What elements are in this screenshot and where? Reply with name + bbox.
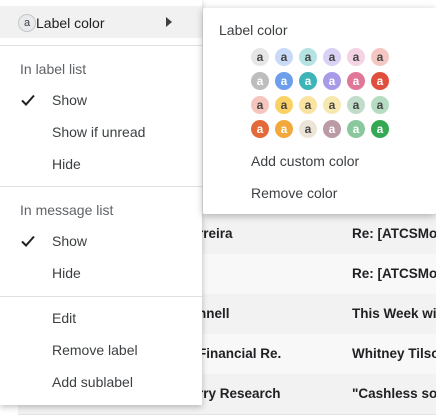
color-swatch[interactable]: a: [371, 72, 389, 90]
menu-item-remove-label[interactable]: Remove label: [0, 334, 202, 366]
menu-item-add-sublabel[interactable]: Add sublabel: [0, 366, 202, 398]
menu-item-label: Remove label: [52, 342, 138, 358]
section-heading-label-list: In label list: [20, 61, 87, 77]
mail-sender: nnell: [198, 306, 230, 321]
menu-item-label: Hide: [52, 156, 81, 172]
color-swatch[interactable]: a: [347, 72, 365, 90]
color-swatch[interactable]: a: [251, 72, 269, 90]
mail-sender: rreira: [198, 226, 233, 241]
color-swatch[interactable]: a: [371, 120, 389, 138]
color-swatch[interactable]: a: [323, 48, 341, 66]
menu-item-label-color[interactable]: a Label color: [0, 6, 202, 38]
label-color-preview-icon: a: [18, 14, 36, 32]
mail-subject: Whitney Tilso: [352, 346, 436, 361]
color-swatch[interactable]: a: [371, 48, 389, 66]
color-swatch[interactable]: a: [299, 96, 317, 114]
checkmark-icon: [21, 235, 35, 247]
color-swatch[interactable]: a: [299, 72, 317, 90]
mail-subject: "Cashless so: [352, 386, 436, 401]
color-swatch[interactable]: a: [323, 120, 341, 138]
menu-item-label: Show: [52, 233, 88, 249]
color-swatch[interactable]: a: [299, 48, 317, 66]
mail-subject: This Week wi: [352, 306, 436, 321]
color-swatch[interactable]: a: [371, 96, 389, 114]
color-swatch[interactable]: a: [275, 120, 293, 138]
menu-item-label-list-hide[interactable]: Hide: [0, 148, 202, 180]
menu-item-label: Hide: [52, 265, 81, 281]
label-color-panel: Label color aaaaaaaaaaaaaaaaaaaaaaaa Add…: [203, 8, 436, 214]
color-swatch[interactable]: a: [275, 72, 293, 90]
menu-item-label: Label color: [36, 15, 105, 31]
color-swatch[interactable]: a: [299, 120, 317, 138]
color-swatch[interactable]: a: [323, 72, 341, 90]
panel-title: Label color: [219, 22, 288, 38]
color-swatch[interactable]: a: [251, 120, 269, 138]
menu-divider: [0, 186, 202, 187]
color-swatch[interactable]: a: [323, 96, 341, 114]
color-swatch[interactable]: a: [347, 48, 365, 66]
color-swatch[interactable]: a: [275, 96, 293, 114]
submenu-arrow-icon: [166, 17, 172, 27]
color-swatch[interactable]: a: [275, 48, 293, 66]
menu-item-edit[interactable]: Edit: [0, 302, 202, 334]
menu-item-label: Add sublabel: [52, 374, 133, 390]
menu-item-label-list-show[interactable]: Show: [0, 84, 202, 116]
menu-divider: [0, 45, 202, 46]
menu-item-label: Show: [52, 92, 88, 108]
menu-divider: [0, 296, 202, 297]
menu-item-label: Show if unread: [52, 124, 146, 140]
section-heading-message-list: In message list: [20, 202, 114, 218]
menu-item-label-list-show-if-unread[interactable]: Show if unread: [0, 116, 202, 148]
menu-item-message-list-show[interactable]: Show: [0, 225, 202, 257]
label-options-menu: a Label color In label list Show Show if…: [0, 0, 202, 405]
mail-sender: rry Research: [198, 386, 281, 401]
add-custom-color-button[interactable]: Add custom color: [251, 153, 359, 169]
color-swatch[interactable]: a: [347, 96, 365, 114]
checkmark-icon: [21, 94, 35, 106]
mail-subject: Re: [ATCSMo: [352, 226, 436, 241]
menu-item-message-list-hide[interactable]: Hide: [0, 257, 202, 289]
color-swatch[interactable]: a: [251, 48, 269, 66]
mail-sender: Financial Re.: [198, 346, 282, 361]
color-swatch[interactable]: a: [251, 96, 269, 114]
mail-subject: Re: [ATCSMo: [352, 266, 436, 281]
menu-item-label: Edit: [52, 310, 77, 326]
color-swatch[interactable]: a: [347, 120, 365, 138]
remove-color-button[interactable]: Remove color: [251, 185, 337, 201]
